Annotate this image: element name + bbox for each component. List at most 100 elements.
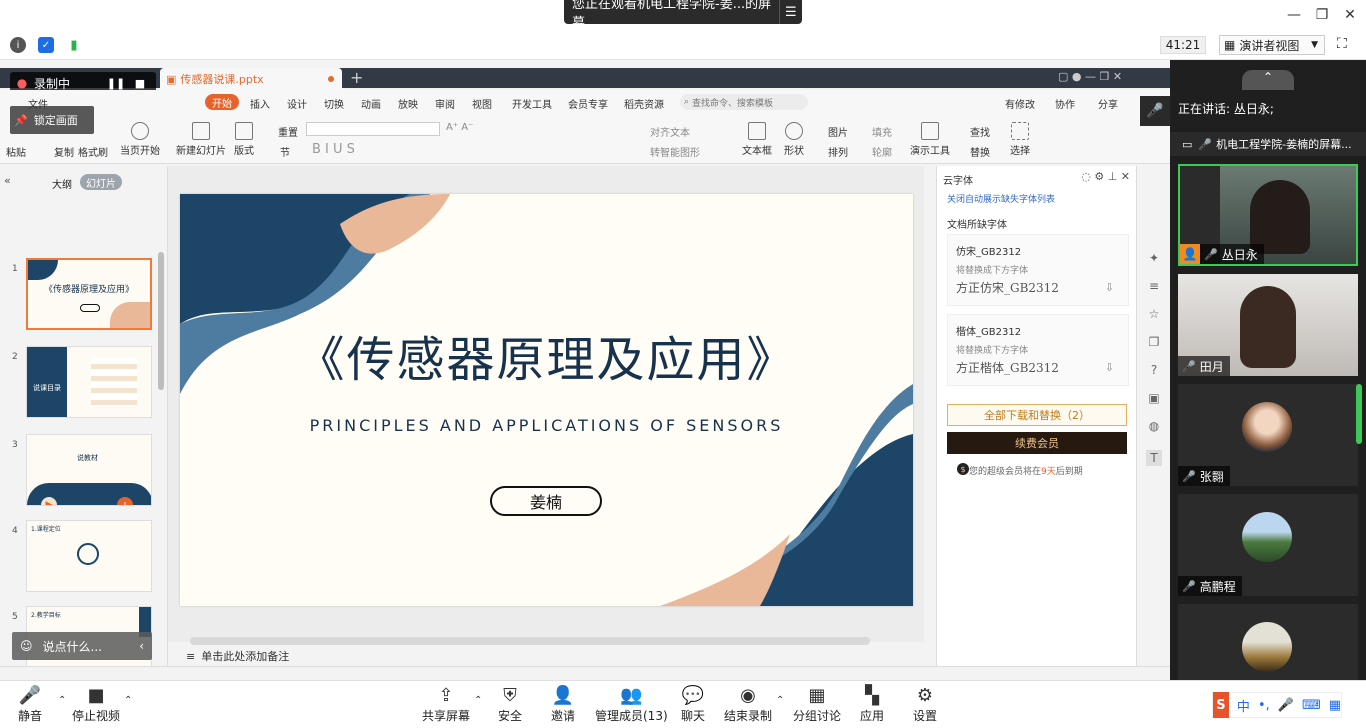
participant-tile[interactable]: ⌄ — [1178, 604, 1358, 680]
share-screen-button[interactable]: ⇪ 共享屏幕 — [422, 683, 470, 724]
menu-icon[interactable]: ▦ — [1329, 698, 1341, 713]
globe-icon[interactable]: ◍ — [1146, 418, 1162, 434]
notes-input[interactable]: ≡ 单击此处添加备注 — [168, 646, 924, 666]
slide-subtitle[interactable]: PRINCIPLES AND APPLICATIONS OF SENSORS — [180, 416, 913, 435]
signal-icon[interactable]: ▮ — [66, 37, 82, 53]
slide-thumb-1[interactable]: 《传感器原理及应用》 — [26, 258, 152, 330]
font-size-grow-icon[interactable]: A⁺ A⁻ — [446, 122, 473, 133]
mute-button[interactable]: 🎤 静音 — [18, 683, 42, 724]
menu-start[interactable]: 开始 — [205, 94, 239, 110]
menu-review[interactable]: 审阅 — [435, 96, 455, 111]
new-slide-button[interactable]: 新建幻灯片 — [176, 122, 226, 157]
cloud-download-icon[interactable]: ⇩ — [1105, 361, 1114, 374]
help-icon[interactable]: ? — [1146, 362, 1162, 378]
replace-button[interactable]: 替换 — [970, 144, 990, 159]
fullscreen-icon[interactable]: ⛶ — [1337, 36, 1355, 54]
tab-slides[interactable]: 幻灯片 — [80, 174, 122, 190]
wps-search-input[interactable]: ⌕ 查找命令、搜索模板 — [680, 94, 808, 110]
slide-title[interactable]: 《传感器原理及应用》 — [180, 320, 913, 390]
ime-lang[interactable]: 中 — [1237, 696, 1250, 715]
play-icon[interactable]: ▶ — [41, 497, 57, 505]
close-auto-show-link[interactable]: 关闭自动展示缺失字体列表 — [947, 192, 1055, 205]
shape-button[interactable]: 形状 — [784, 122, 804, 157]
chevron-up-icon[interactable]: ⌃ — [58, 695, 66, 706]
share-banner[interactable]: 您正在观看机电工程学院-姜...的屏幕 ☰ — [564, 0, 802, 31]
participant-tile[interactable]: 🎤 高鹏程 — [1178, 494, 1358, 596]
menu-icon[interactable]: ☰ — [778, 0, 802, 24]
thumb-scrollbar[interactable] — [158, 252, 164, 390]
tab-outline[interactable]: 大纲 — [52, 176, 72, 191]
align-text-button[interactable]: 对齐文本 — [650, 124, 690, 139]
layout-button[interactable]: 版式 — [234, 122, 254, 157]
end-recording-button[interactable]: ◉ 结束录制 — [724, 683, 772, 724]
chat-button[interactable]: 💬 聊天 — [681, 683, 705, 724]
punct-icon[interactable]: •, — [1258, 698, 1270, 713]
current-slide[interactable]: 《传感器原理及应用》 PRINCIPLES AND APPLICATIONS O… — [180, 194, 913, 606]
shield-icon[interactable]: ✓ — [38, 37, 54, 53]
add-icon[interactable]: + — [117, 497, 133, 505]
cloud-download-icon[interactable]: ⇩ — [1105, 281, 1114, 294]
participant-tile[interactable]: 👤 🎤 丛日永 — [1178, 164, 1358, 266]
font-name-select[interactable] — [306, 122, 440, 136]
menu-docer[interactable]: 稻壳资源 — [624, 96, 664, 111]
menu-animation[interactable]: 动画 — [361, 96, 381, 111]
stop-video-button[interactable]: ■ 停止视频 — [72, 683, 120, 724]
menu-insert[interactable]: 插入 — [250, 96, 270, 111]
minimize-icon[interactable]: — — [1280, 4, 1308, 26]
chat-input[interactable]: ☺ 说点什么... ‹ — [12, 632, 152, 660]
restore-icon[interactable]: ❐ — [1308, 4, 1336, 26]
window-icon[interactable]: ❐ — [1146, 334, 1162, 350]
slide-thumb-4[interactable]: 1.课程定位 — [26, 520, 152, 592]
close-icon[interactable]: ✕ — [1336, 4, 1364, 26]
view-mode-select[interactable]: ▦ 演讲者视图 ▼ — [1219, 35, 1325, 55]
renew-vip-button[interactable]: 续费会员 — [947, 432, 1127, 454]
menu-developer[interactable]: 开发工具 — [512, 96, 552, 111]
wps-file-tab[interactable]: ▣ 传感器说课.pptx — [160, 68, 342, 90]
invite-button[interactable]: 👤 邀请 — [551, 683, 575, 724]
menu-slideshow[interactable]: 放映 — [398, 96, 418, 111]
menu-collab[interactable]: 协作 — [1055, 96, 1075, 111]
chevron-up-icon[interactable]: ⌃ — [124, 695, 132, 706]
convert-smartart-button[interactable]: 转智能图形 — [650, 144, 700, 159]
chevron-up-icon[interactable]: ⌃ — [474, 695, 482, 706]
manage-members-button[interactable]: 👥 管理成员(13) — [595, 683, 668, 724]
reset-button[interactable]: 重置 — [278, 124, 298, 139]
breakout-button[interactable]: ▦ 分组讨论 — [793, 683, 841, 724]
slide-author[interactable]: 姜楠 — [490, 486, 602, 516]
star-icon[interactable]: ☆ — [1146, 306, 1162, 322]
menu-design[interactable]: 设计 — [287, 96, 307, 111]
menu-modified[interactable]: 有修改 — [1005, 96, 1035, 111]
slide-thumb-3[interactable]: 说教材 ▶ + — [26, 434, 152, 506]
menu-member[interactable]: 会员专享 — [568, 96, 608, 111]
fill-button[interactable]: 填充 — [872, 124, 892, 139]
lock-screen-button[interactable]: 📌 锁定画面 — [10, 106, 94, 134]
voice-icon[interactable]: 🎤 — [1278, 698, 1294, 713]
menu-transition[interactable]: 切换 — [324, 96, 344, 111]
magic-icon[interactable]: ✦ — [1146, 250, 1162, 266]
textbox-button[interactable]: 文本框 — [742, 122, 772, 157]
participant-tile[interactable]: 🎤 张翾 — [1178, 384, 1358, 486]
font-style-buttons[interactable]: B I U S — [312, 142, 355, 157]
image-icon[interactable]: ▣ — [1146, 390, 1162, 406]
font-icon[interactable]: T — [1146, 450, 1162, 466]
participant-scrollbar[interactable] — [1356, 384, 1362, 444]
keyboard-icon[interactable]: ⌨ — [1302, 698, 1321, 713]
outline-button[interactable]: 轮廓 — [872, 144, 892, 159]
apps-button[interactable]: ▚ 应用 — [860, 683, 884, 724]
shared-screen-label[interactable]: ▭ 🎤 机电工程学院-姜楠的屏幕... — [1170, 132, 1366, 156]
security-button[interactable]: ⛨ 安全 — [498, 683, 522, 724]
section-button[interactable]: 节 — [280, 144, 290, 159]
download-all-button[interactable]: 全部下载和替换（2） — [947, 404, 1127, 426]
participant-tile[interactable]: 🎤 田月 — [1178, 274, 1358, 376]
settings-button[interactable]: ⚙ 设置 — [913, 683, 937, 724]
present-tools-button[interactable]: 演示工具 — [910, 122, 950, 157]
horizontal-scrollbar[interactable] — [190, 637, 870, 645]
info-icon[interactable]: i — [10, 37, 26, 53]
arrange-button[interactable]: 排列 — [828, 144, 848, 159]
menu-view[interactable]: 视图 — [472, 96, 492, 111]
mic-icon[interactable]: 🎤 — [1140, 96, 1170, 126]
chevron-up-icon[interactable]: ⌃ — [1242, 70, 1294, 90]
slide-thumb-2[interactable]: 说课目录 — [26, 346, 152, 418]
paste-button[interactable]: 粘贴 — [6, 144, 26, 159]
chevron-up-icon[interactable]: ⌃ — [776, 695, 784, 706]
